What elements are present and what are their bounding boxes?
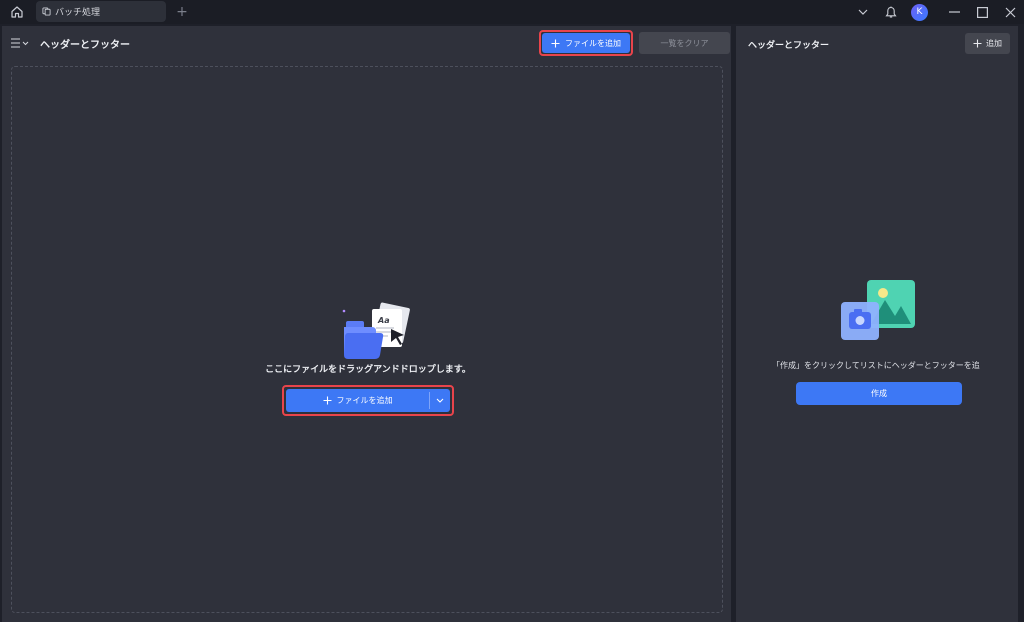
- minimize-button[interactable]: [944, 0, 964, 24]
- chevron-down-icon: [436, 398, 444, 403]
- create-button[interactable]: 作成: [796, 382, 962, 405]
- drop-instruction: ここにファイルをドラッグアンドドロップします。: [265, 365, 471, 375]
- notification-button[interactable]: [882, 0, 900, 24]
- title-bar: バッチ処理 + K: [0, 0, 1024, 24]
- bell-icon: [885, 6, 897, 18]
- image-illustration: [841, 280, 915, 340]
- clear-list-button[interactable]: 一覧をクリア: [639, 32, 730, 54]
- minimize-icon: [948, 11, 960, 13]
- menu-button[interactable]: [10, 36, 32, 50]
- illustration-aa-text: Aa: [377, 316, 390, 325]
- close-window-button[interactable]: [1000, 0, 1020, 24]
- add-template-label: 追加: [986, 39, 1002, 48]
- maximize-icon: [976, 6, 988, 18]
- drop-zone[interactable]: Aa ここにファイルをドラッグアンドドロップします。 ファイルを追加: [11, 66, 723, 613]
- menu-icon: [11, 38, 29, 48]
- center-add-file-label: ファイルを追加: [336, 396, 393, 405]
- page-title: ヘッダーとフッター: [40, 40, 130, 51]
- account-button[interactable]: K: [910, 0, 929, 24]
- tab-batch-processing[interactable]: バッチ処理: [36, 1, 166, 22]
- header-footer-panel: ヘッダーとフッター 追加 「作成」をクリックしてリストにヘッダーとフッターを追 …: [736, 26, 1018, 622]
- plus-icon: [973, 39, 982, 48]
- add-file-button-highlight: ファイルを追加: [539, 30, 633, 56]
- home-icon: [11, 6, 23, 18]
- center-add-file-highlight: ファイルを追加: [282, 385, 454, 416]
- chevron-down-icon: [858, 9, 868, 15]
- plus-icon: [323, 396, 331, 405]
- home-button[interactable]: [6, 2, 28, 22]
- panel-title: ヘッダーとフッター: [748, 41, 830, 51]
- tabs-dropdown-button[interactable]: [854, 0, 872, 24]
- avatar: K: [911, 3, 928, 21]
- empty-hint: 「作成」をクリックしてリストにヘッダーとフッターを追: [772, 361, 980, 370]
- maximize-button[interactable]: [972, 0, 992, 24]
- tab-label: バッチ処理: [55, 8, 101, 18]
- add-template-button[interactable]: 追加: [965, 33, 1010, 54]
- plus-icon: [551, 39, 560, 47]
- center-add-file-split-button: ファイルを追加: [286, 389, 450, 412]
- center-add-file-button[interactable]: ファイルを追加: [286, 389, 429, 412]
- add-file-label: ファイルを追加: [565, 38, 621, 48]
- add-file-options-button[interactable]: [430, 389, 450, 412]
- close-icon: [1005, 7, 1015, 17]
- add-file-button[interactable]: ファイルを追加: [542, 33, 630, 53]
- new-tab-button[interactable]: +: [174, 2, 190, 22]
- folder-documents-illustration: Aa: [342, 302, 410, 359]
- file-list-panel: ヘッダーとフッター ファイルを追加 一覧をクリア Aa ここにファイルをドラッグ…: [2, 26, 731, 622]
- batch-icon: [42, 7, 51, 16]
